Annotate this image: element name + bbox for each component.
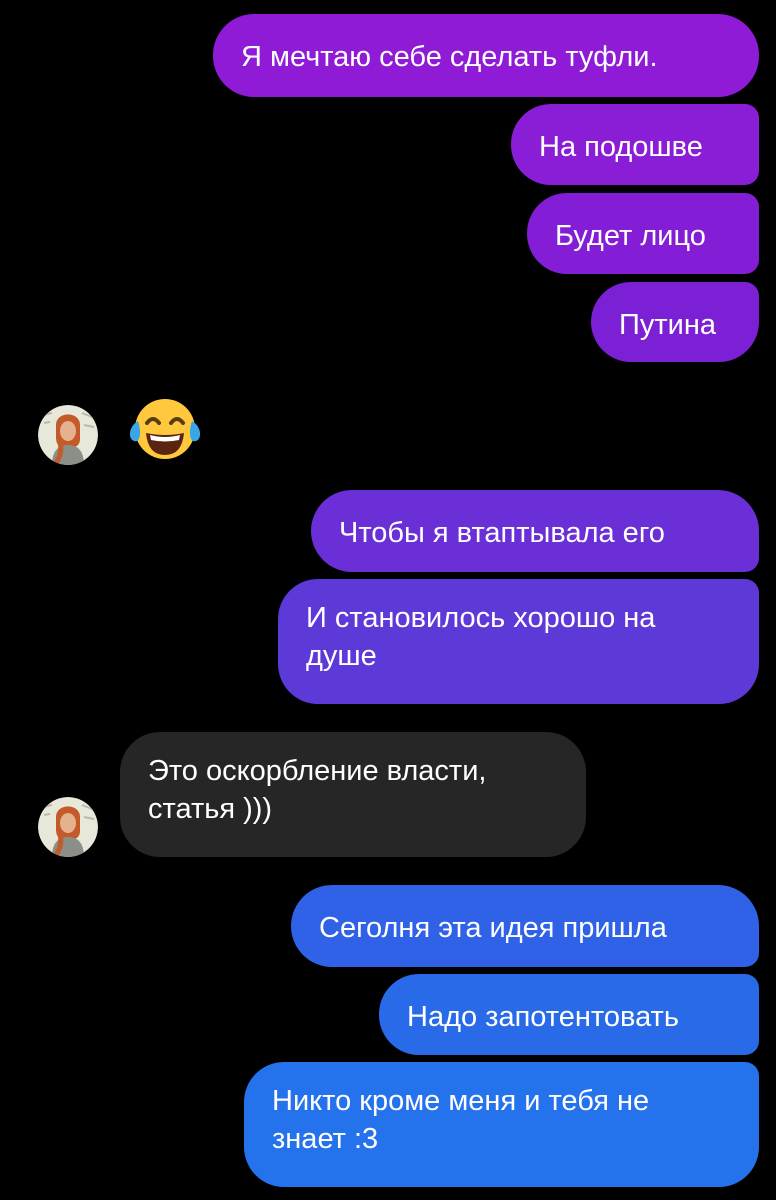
- message-outgoing-1[interactable]: Я мечтаю себе сделать туфли.: [213, 14, 759, 97]
- message-text: Путина: [619, 309, 716, 341]
- avatar-portrait: [38, 405, 98, 465]
- message-text: Сеголня эта идея пришла: [319, 912, 667, 944]
- contact-avatar[interactable]: [38, 797, 98, 857]
- message-outgoing-2[interactable]: На подошве: [511, 104, 759, 185]
- message-outgoing-8[interactable]: Надо запотентовать: [379, 974, 759, 1055]
- message-text: Надо запотентовать: [407, 1001, 679, 1033]
- message-text: Это оскорбление власти, статья ))): [148, 755, 487, 825]
- message-outgoing-7[interactable]: Сеголня эта идея пришла: [291, 885, 759, 967]
- message-outgoing-3[interactable]: Будет лицо: [527, 193, 759, 274]
- message-outgoing-4[interactable]: Путина: [591, 282, 759, 362]
- contact-avatar[interactable]: [38, 405, 98, 465]
- message-text: Будет лицо: [555, 220, 706, 252]
- face-with-tears-of-joy-icon: [129, 399, 201, 459]
- message-text: Никто кроме меня и тебя не знает :3: [272, 1085, 650, 1155]
- message-text: Я мечтаю себе сделать туфли.: [241, 41, 658, 73]
- message-incoming-1[interactable]: Это оскорбление власти, статья ))): [120, 732, 586, 857]
- message-outgoing-5[interactable]: Чтобы я втаптывала его: [311, 490, 759, 572]
- message-text: И становилось хорошо на душе: [306, 602, 656, 672]
- avatar-portrait: [38, 797, 98, 857]
- message-outgoing-6[interactable]: И становилось хорошо на душе: [278, 579, 759, 704]
- message-outgoing-9[interactable]: Никто кроме меня и тебя не знает :3: [244, 1062, 759, 1187]
- message-text: Чтобы я втаптывала его: [339, 517, 665, 549]
- message-text: На подошве: [539, 131, 703, 163]
